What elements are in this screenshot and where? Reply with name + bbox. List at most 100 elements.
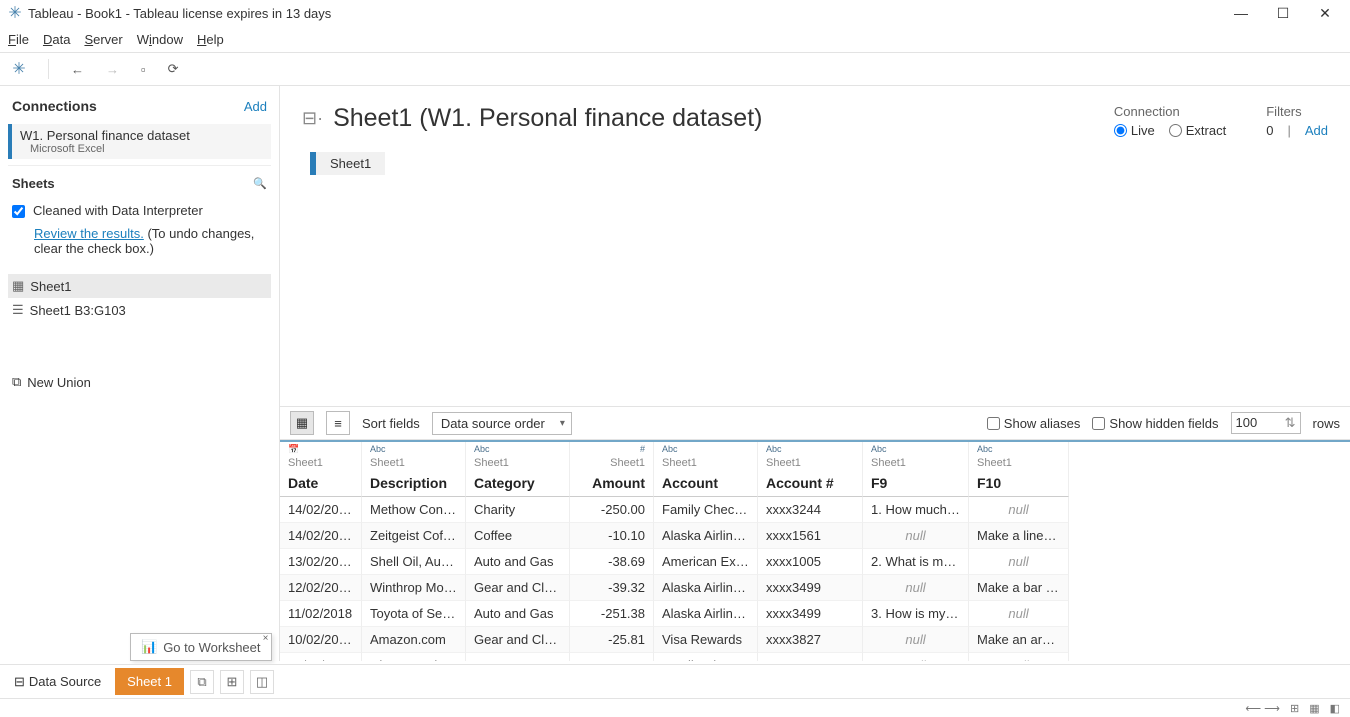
col-header[interactable]: F10 (969, 470, 1069, 497)
col-header[interactable]: Date (280, 470, 362, 497)
table-row[interactable]: 10/02/2018Amazon.comGear and Clot…-25.81… (280, 627, 1350, 653)
add-filter-link[interactable]: Add (1305, 123, 1328, 138)
search-icon[interactable]: 🔍 (253, 177, 267, 190)
sort-order-dropdown[interactable]: Data source order ▾ (432, 412, 572, 435)
new-worksheet-button[interactable]: ⧉ (190, 670, 214, 694)
col-type[interactable]: Abc (466, 442, 570, 457)
sheet-item-label: Sheet1 (30, 279, 71, 294)
connection-name: W1. Personal finance dataset (20, 128, 263, 143)
separator (48, 59, 49, 79)
cell: -10.10 (570, 523, 654, 549)
col-header[interactable]: F9 (863, 470, 969, 497)
menu-data[interactable]: Data (43, 32, 70, 47)
view-icon[interactable]: ⊞ (1290, 702, 1299, 715)
col-header[interactable]: Description (362, 470, 466, 497)
cell: Toyota of Sea… (362, 601, 466, 627)
review-results-link[interactable]: Review the results. (34, 226, 144, 241)
cell: null (969, 497, 1069, 523)
cell: Visa Rewards (654, 627, 758, 653)
refresh-icon[interactable]: ⟳ (168, 61, 179, 77)
table-row[interactable]: 14/02/2018Methow Cons…Charity-250.00Fami… (280, 497, 1350, 523)
cell: 3. How is my … (863, 601, 969, 627)
col-sheet: Sheet1 (570, 457, 654, 470)
back-icon[interactable]: ← (71, 62, 84, 77)
filters-label: Filters (1266, 104, 1328, 119)
show-hidden-option[interactable]: Show hidden fields (1092, 416, 1218, 431)
cell: Mortgage (466, 653, 570, 661)
status-bar: ⟵ ⟶ ⊞ ▦ ◧ (0, 698, 1350, 717)
cell: -250.00 (570, 497, 654, 523)
close-icon[interactable]: × (263, 633, 269, 644)
cell: xxxx1561 (758, 523, 863, 549)
tab-data-source[interactable]: ⊟ Data Source (6, 670, 109, 694)
col-header[interactable]: Amount (570, 470, 654, 497)
view-icon[interactable]: ⟵ ⟶ (1245, 702, 1280, 715)
col-sheet: Sheet1 (466, 457, 570, 470)
radio-extract[interactable] (1169, 124, 1182, 137)
col-sheet: Sheet1 (969, 457, 1069, 470)
col-type[interactable]: 📅 (280, 442, 362, 457)
col-type[interactable]: Abc (758, 442, 863, 457)
col-header[interactable]: Account (654, 470, 758, 497)
cell: null (969, 653, 1069, 661)
cell: -251.38 (570, 601, 654, 627)
table-row[interactable]: 13/02/2018Shell Oil, Auto…Auto and Gas-3… (280, 549, 1350, 575)
chevron-down-icon: ▾ (560, 418, 565, 429)
maximize-button[interactable]: ☐ (1262, 1, 1304, 25)
forward-icon[interactable]: → (106, 62, 119, 77)
cell: xxxx3499 (758, 575, 863, 601)
sheet-item-label: Sheet1 B3:G103 (30, 303, 126, 318)
data-grid[interactable]: 📅AbcAbc#AbcAbcAbcAbcSheet1Sheet1Sheet1Sh… (280, 440, 1350, 661)
metadata-view-button[interactable]: ≡ (326, 411, 350, 435)
radio-live[interactable] (1114, 124, 1127, 137)
sheet-item-sheet1[interactable]: ▦ Sheet1 (8, 274, 271, 298)
table-row[interactable]: 12/02/2018Winthrop Mo…Gear and Clot…-39.… (280, 575, 1350, 601)
show-aliases-checkbox[interactable] (987, 417, 1000, 430)
col-type[interactable]: Abc (863, 442, 969, 457)
menu-file[interactable]: File (8, 32, 29, 47)
sort-order-value: Data source order (441, 416, 545, 431)
close-button[interactable]: ✕ (1304, 1, 1346, 25)
menu-window[interactable]: Window (137, 32, 183, 47)
table-row[interactable]: 11/02/2018Toyota of Sea…Auto and Gas-251… (280, 601, 1350, 627)
grid-view-button[interactable]: ▦ (290, 411, 314, 435)
col-header[interactable]: Account # (758, 470, 863, 497)
col-sheet: Sheet1 (863, 457, 969, 470)
table-row[interactable]: 14/02/2018Zeitgeist Coff…Coffee-10.10Ala… (280, 523, 1350, 549)
col-type[interactable]: Abc (969, 442, 1069, 457)
datasource-title[interactable]: Sheet1 (W1. Personal finance dataset) (333, 104, 762, 133)
data-interpreter-checkbox[interactable] (12, 205, 25, 218)
show-aliases-option[interactable]: Show aliases (987, 416, 1081, 431)
save-icon[interactable]: ▫ (141, 62, 146, 77)
col-type[interactable]: Abc (654, 442, 758, 457)
new-union-button[interactable]: ⧉ New Union (8, 368, 271, 396)
cell: xxxx3244 (758, 497, 863, 523)
canvas-table-pill[interactable]: Sheet1 (310, 152, 385, 175)
connection-live-option[interactable]: Live (1114, 123, 1155, 138)
menu-server[interactable]: Server (84, 32, 122, 47)
cell: Charity (466, 497, 570, 523)
data-interpreter-label: Cleaned with Data Interpreter (33, 203, 203, 218)
view-icon[interactable]: ▦ (1309, 702, 1319, 715)
view-icon[interactable]: ◧ (1330, 702, 1340, 715)
connection-extract-option[interactable]: Extract (1169, 123, 1226, 138)
tableau-icon[interactable] (12, 61, 26, 78)
new-dashboard-button[interactable]: ⊞ (220, 670, 244, 694)
add-connection-link[interactable]: Add (244, 99, 267, 114)
cell: null (863, 653, 969, 661)
minimize-button[interactable]: — (1220, 1, 1262, 25)
cell: xxxx3827 (758, 627, 863, 653)
menu-help[interactable]: Help (197, 32, 224, 47)
rows-input[interactable]: 100 ⇅ (1231, 412, 1301, 434)
col-header[interactable]: Category (466, 470, 570, 497)
tableau-icon (8, 5, 22, 22)
col-type[interactable]: # (570, 442, 654, 457)
tab-sheet1[interactable]: Sheet 1 (115, 668, 184, 695)
show-hidden-checkbox[interactable] (1092, 417, 1105, 430)
cell: 1. How much … (863, 497, 969, 523)
table-row[interactable]: 09/02/2018Chase Bank M…Mortgage-1,903.00… (280, 653, 1350, 661)
sheet-item-sheet1-range[interactable]: ☰ Sheet1 B3:G103 (8, 298, 271, 322)
connection-item[interactable]: W1. Personal finance dataset Microsoft E… (8, 124, 271, 159)
col-type[interactable]: Abc (362, 442, 466, 457)
new-story-button[interactable]: ◫ (250, 670, 274, 694)
